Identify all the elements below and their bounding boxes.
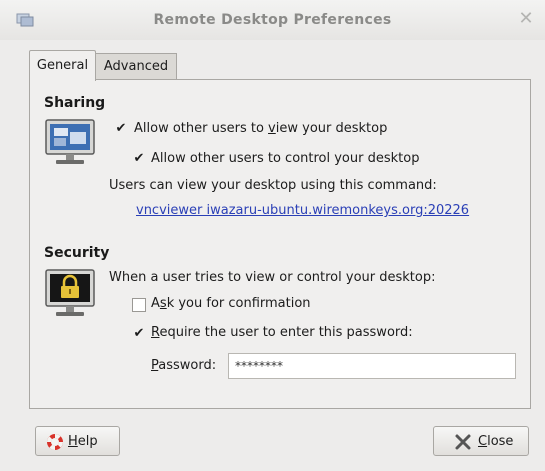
allow-view-label[interactable]: Allow other users to view your desktop: [134, 121, 387, 136]
allow-control-label[interactable]: Allow other users to control your deskto…: [151, 151, 419, 166]
help-button[interactable]: Help: [35, 426, 120, 456]
shared-monitor-icon: [45, 119, 95, 164]
security-intro: When a user tries to view or control you…: [109, 270, 436, 285]
close-button[interactable]: Close: [433, 426, 529, 456]
allow-view-checkbox[interactable]: ✔: [114, 122, 128, 136]
password-label: Password:: [151, 358, 217, 373]
require-password-label[interactable]: Require the user to enter this password:: [151, 325, 413, 340]
ask-confirmation-label[interactable]: Ask you for confirmation: [151, 296, 311, 311]
password-field[interactable]: [228, 353, 516, 379]
window-title: Remote Desktop Preferences: [153, 12, 392, 28]
help-button-label: Help: [68, 434, 98, 449]
security-header: Security: [44, 245, 110, 261]
tab-general[interactable]: General: [29, 50, 96, 81]
sharing-header: Sharing: [44, 95, 106, 111]
close-x-icon: [455, 434, 471, 450]
window-close-icon[interactable]: ✕: [517, 10, 535, 28]
allow-control-checkbox[interactable]: ✔: [132, 152, 146, 166]
lifebuoy-icon: [47, 434, 63, 450]
tab-advanced[interactable]: Advanced: [95, 53, 177, 79]
vnc-command-link[interactable]: vncviewer iwazaru-ubuntu.wiremonkeys.org…: [136, 203, 469, 218]
locked-monitor-icon: [45, 269, 95, 316]
require-password-checkbox[interactable]: ✔: [132, 327, 146, 341]
close-button-label: Close: [478, 434, 514, 449]
ask-confirmation-checkbox[interactable]: [132, 298, 146, 312]
command-description: Users can view your desktop using this c…: [109, 178, 437, 193]
title-bar: Remote Desktop Preferences ✕: [0, 0, 545, 40]
